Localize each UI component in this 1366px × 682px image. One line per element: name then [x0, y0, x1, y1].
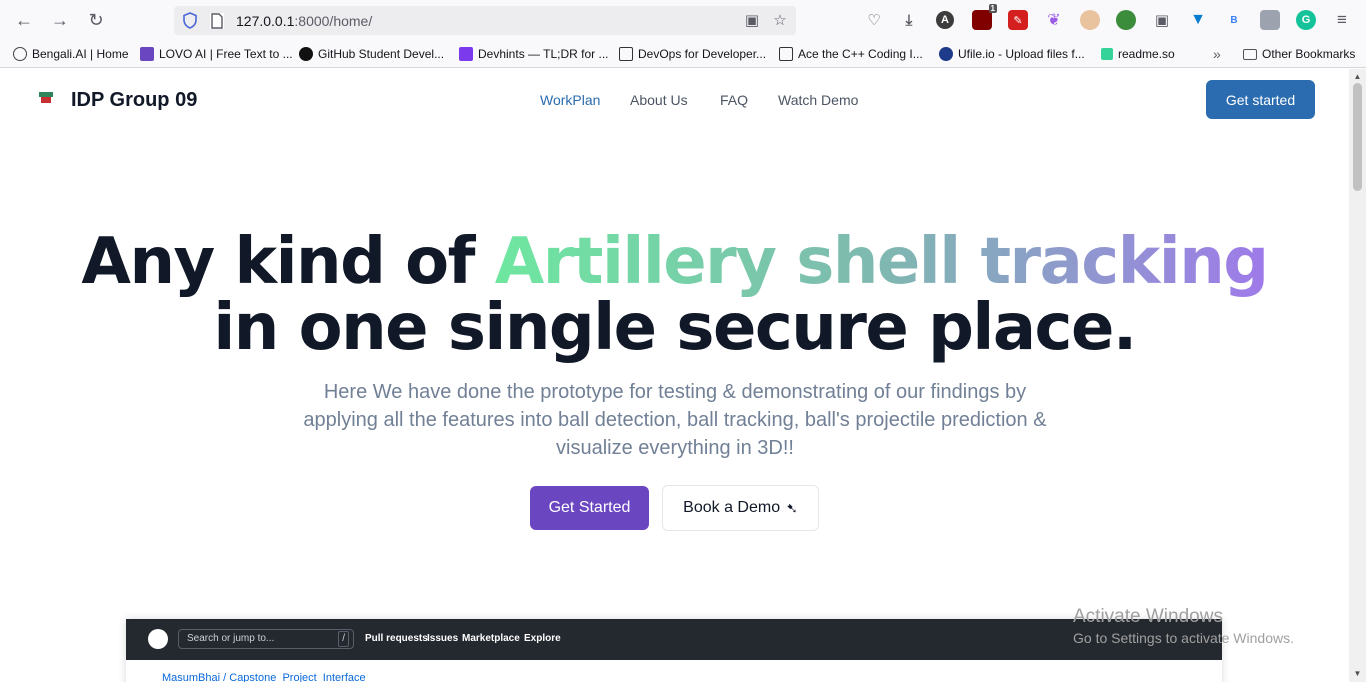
bookmark-item[interactable]: readme.so	[1101, 46, 1175, 62]
menu-icon[interactable]: ≡	[1332, 10, 1352, 30]
bookmark-item[interactable]: Bengali.AI | Home	[13, 46, 129, 62]
hero-gradient-text: Artillery shell tracking	[494, 225, 1269, 299]
lovo-icon	[140, 47, 154, 61]
extension-v-icon[interactable]: ▼	[1188, 10, 1208, 30]
ufile-icon	[939, 47, 953, 61]
github-search: Search or jump to... /	[178, 629, 354, 649]
ublock-icon[interactable]: 1	[972, 4, 997, 30]
hero-heading: Any kind of Artillery shell tracking in …	[0, 229, 1349, 361]
feather-icon[interactable]: ❦	[1044, 10, 1064, 30]
book-demo-button[interactable]: Book a Demo ➷	[662, 485, 819, 531]
other-bookmarks[interactable]: Other Bookmarks	[1243, 46, 1355, 62]
globe-icon	[13, 47, 27, 61]
pocket-icon[interactable]: ♡	[864, 10, 884, 30]
forward-arrow-icon[interactable]: →	[48, 8, 72, 32]
hero-line-2: in one single secure place.	[213, 291, 1137, 365]
github-repo-title: MasumBhai / Capstone_Project_Interface	[162, 672, 366, 682]
folder-icon	[1243, 48, 1257, 60]
back-arrow-icon[interactable]: ←	[12, 8, 36, 32]
book-demo-label: Book a Demo	[683, 499, 781, 516]
readme-icon	[1101, 48, 1113, 60]
github-icon	[299, 47, 313, 61]
profile-icon[interactable]	[1260, 10, 1280, 30]
scrollbar-thumb[interactable]	[1353, 83, 1362, 191]
bookmark-item[interactable]: Devhints — TL;DR for ...	[459, 46, 608, 62]
github-link: Marketplace	[462, 633, 520, 644]
bookmark-item[interactable]: DevOps for Developer...	[619, 46, 766, 62]
reader-view-icon[interactable]: ▣	[743, 12, 761, 30]
watermark-line-1: Activate Windows	[1073, 606, 1223, 627]
windows-watermark: Activate Windows Go to Settings to activ…	[1073, 606, 1294, 646]
watermark-line-2: Go to Settings to activate Windows.	[1073, 630, 1294, 646]
bookmark-star-icon[interactable]: ☆	[771, 12, 789, 30]
web-page: IDP Group 09 WorkPlan About Us FAQ Watch…	[0, 69, 1349, 682]
devhints-icon	[459, 47, 473, 61]
bookmark-item[interactable]: GitHub Student Devel...	[299, 46, 444, 62]
bookmark-item[interactable]: LOVO AI | Free Text to ...	[140, 46, 293, 62]
cursor-click-icon: ➷	[786, 499, 798, 516]
hero-subtitle: Here We have done the prototype for test…	[303, 381, 1047, 459]
url-bar[interactable]: 127.0.0.1:8000/home/ ▣ ☆	[174, 6, 796, 35]
shield-icon	[183, 12, 197, 29]
bookmark-item[interactable]: Ufile.io - Upload files f...	[939, 46, 1085, 62]
extension-a-icon[interactable]: A	[936, 11, 954, 29]
page-icon	[210, 13, 224, 29]
github-preview-image: Search or jump to... / Pull requests Issu…	[126, 619, 1222, 682]
nav-workplan[interactable]: WorkPlan	[540, 92, 600, 108]
logo-icon	[39, 92, 53, 103]
github-link: Pull requests	[365, 633, 428, 644]
github-link: Explore	[524, 633, 561, 644]
extension-b-icon[interactable]: B	[1224, 10, 1244, 30]
page-scrollbar[interactable]: ▲ ▼	[1349, 69, 1366, 682]
extension-red-icon[interactable]: ✎	[1008, 10, 1028, 30]
chevron-overflow-icon[interactable]: »	[1213, 46, 1221, 62]
url-text[interactable]: 127.0.0.1:8000/home/	[236, 13, 372, 29]
nav-about-us[interactable]: About Us	[630, 92, 688, 108]
scroll-down-icon[interactable]: ▼	[1353, 669, 1362, 678]
terminal-icon	[779, 47, 793, 61]
extension-face-icon[interactable]	[1080, 10, 1100, 30]
brand-title[interactable]: IDP Group 09	[71, 89, 197, 112]
scroll-up-icon[interactable]: ▲	[1353, 72, 1362, 81]
github-link: Issues	[427, 633, 459, 644]
nav-faq[interactable]: FAQ	[720, 92, 748, 108]
nav-watch-demo[interactable]: Watch Demo	[778, 92, 858, 108]
terminal-icon	[619, 47, 633, 61]
browser-toolbar: ← → ↻ 127.0.0.1:8000/home/ ▣ ☆ ♡ ⤓ A 1 ✎…	[0, 0, 1366, 40]
screen-icon[interactable]: ▣	[1152, 10, 1172, 30]
bookmarks-bar: Bengali.AI | Home LOVO AI | Free Text to…	[0, 40, 1366, 68]
github-search-shortcut: /	[338, 631, 349, 647]
github-header: Search or jump to... / Pull requests Issu…	[126, 619, 1222, 660]
extension-badge: 1	[988, 4, 997, 13]
grammarly-icon[interactable]: G	[1296, 10, 1316, 30]
extension-globe-icon[interactable]	[1116, 10, 1136, 30]
get-started-button[interactable]: Get started	[1206, 80, 1315, 119]
reload-icon[interactable]: ↻	[84, 8, 108, 32]
bookmark-item[interactable]: Ace the C++ Coding I...	[779, 46, 923, 62]
hero-line-1: Any kind of Artillery shell tracking	[81, 225, 1269, 299]
github-logo-icon	[148, 629, 168, 649]
hero-get-started-button[interactable]: Get Started	[530, 486, 649, 530]
download-icon[interactable]: ⤓	[899, 10, 919, 30]
